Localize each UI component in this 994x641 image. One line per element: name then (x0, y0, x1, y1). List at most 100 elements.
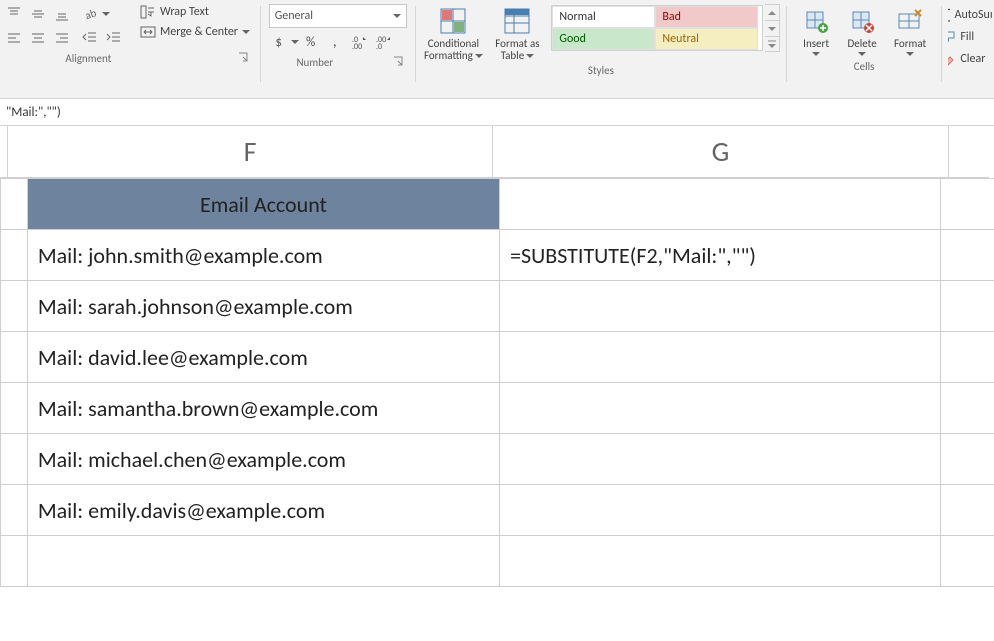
group-styles: Conditional Formatting Format as Table N… (421, 2, 780, 78)
increase-indent-button[interactable] (103, 27, 125, 49)
group-label-number: Number (296, 56, 333, 70)
cell-F6-value: Mail: michael.chen@example.com (38, 446, 346, 473)
cell-F2-value: Mail: john.smith@example.com (38, 242, 323, 269)
row-header-3[interactable] (1, 281, 28, 332)
cell-H5[interactable] (940, 383, 994, 434)
col-header-F[interactable]: F (8, 126, 493, 178)
svg-text:ab: ab (83, 6, 98, 22)
cell-G2[interactable]: =SUBSTITUTE(F2,"Mail:","") (500, 230, 941, 281)
cell-G6[interactable] (500, 434, 941, 485)
cell-F1[interactable]: Email Account (27, 179, 499, 230)
cell-F3[interactable]: Mail: sarah.johnson@example.com (27, 281, 499, 332)
ribbon: ab Wrap Text Merge & Center (0, 0, 994, 99)
orientation-button[interactable]: ab (79, 3, 101, 25)
delete-cells-icon (849, 4, 875, 38)
cell-H2[interactable] (940, 230, 994, 281)
align-middle-button[interactable] (27, 3, 49, 25)
merge-center-label: Merge & Center (160, 25, 238, 39)
align-center-button[interactable] (27, 27, 49, 49)
number-format-value: General (275, 9, 313, 23)
cell-G8[interactable] (500, 536, 941, 587)
clear-icon (948, 52, 957, 66)
number-format-combo[interactable]: General (269, 4, 407, 28)
merge-center-button[interactable]: Merge & Center (140, 24, 250, 40)
insert-button[interactable]: Insert (795, 4, 837, 58)
comma-label: , (333, 33, 337, 51)
group-alignment: ab Wrap Text Merge & Center (2, 2, 254, 66)
decrease-decimal-button[interactable]: .00.0 (372, 31, 394, 53)
row-header-8[interactable] (1, 536, 28, 587)
group-label-styles: Styles (588, 64, 614, 78)
format-button[interactable]: Format (887, 4, 933, 58)
row-header-2[interactable] (1, 230, 28, 281)
align-left-button[interactable] (3, 27, 25, 49)
col-header-edge[interactable] (0, 126, 8, 178)
fill-label: Fill (960, 30, 974, 44)
cell-G3[interactable] (500, 281, 941, 332)
cell-H8[interactable] (940, 536, 994, 587)
cell-F7[interactable]: Mail: emily.davis@example.com (27, 485, 499, 536)
cell-H4[interactable] (940, 332, 994, 383)
align-bottom-button[interactable] (51, 3, 73, 25)
cell-G4[interactable] (500, 332, 941, 383)
cell-F4[interactable]: Mail: david.lee@example.com (27, 332, 499, 383)
row-header-1[interactable] (1, 179, 28, 230)
insert-label: Insert (803, 38, 829, 50)
percent-format-button[interactable]: % (300, 31, 322, 53)
alignment-dialog-launcher-icon[interactable] (238, 52, 252, 66)
row-header-6[interactable] (1, 434, 28, 485)
cell-F5-value: Mail: samantha.brown@example.com (38, 395, 379, 422)
cell-G1[interactable] (500, 179, 941, 230)
cell-F8[interactable] (27, 536, 499, 587)
formula-bar[interactable]: "Mail:","") (0, 99, 994, 126)
cell-styles-gallery[interactable]: Normal Bad Good Neutral (551, 5, 763, 51)
fill-button[interactable]: Fill (948, 26, 992, 48)
format-as-table-button[interactable]: Format as Table (487, 4, 547, 62)
cell-F5[interactable]: Mail: samantha.brown@example.com (27, 383, 499, 434)
number-dialog-launcher-icon[interactable] (393, 56, 407, 70)
cell-G7[interactable] (500, 485, 941, 536)
decrease-indent-button[interactable] (79, 27, 101, 49)
conditional-formatting-button[interactable]: Conditional Formatting (423, 4, 483, 62)
style-neutral[interactable]: Neutral (655, 28, 758, 50)
cell-F2[interactable]: Mail: john.smith@example.com (27, 230, 499, 281)
cell-F1-value: Email Account (200, 191, 327, 218)
cell-H6[interactable] (940, 434, 994, 485)
worksheet[interactable]: F G Email Account Mail: john.smith@examp… (0, 126, 994, 587)
delete-label: Delete (848, 38, 877, 50)
styles-scroll-up-button[interactable] (765, 5, 779, 21)
style-good-label: Good (559, 32, 586, 46)
accounting-dropdown[interactable] (291, 31, 299, 53)
cell-G5[interactable] (500, 383, 941, 434)
accounting-format-button[interactable]: $ (268, 31, 290, 53)
autosum-icon: ∑ (948, 6, 951, 24)
style-bad[interactable]: Bad (655, 6, 758, 28)
group-label-cells: Cells (854, 60, 875, 74)
delete-button[interactable]: Delete (841, 4, 883, 58)
style-normal[interactable]: Normal (552, 6, 655, 28)
row-header-5[interactable] (1, 383, 28, 434)
format-cells-icon (897, 4, 923, 38)
cell-H7[interactable] (940, 485, 994, 536)
style-good[interactable]: Good (552, 28, 655, 50)
align-top-button[interactable] (3, 3, 25, 25)
styles-more-button[interactable] (765, 37, 779, 51)
comma-format-button[interactable]: , (324, 31, 346, 53)
cell-F6[interactable]: Mail: michael.chen@example.com (27, 434, 499, 485)
autosum-button[interactable]: ∑ AutoSum (948, 4, 992, 26)
cell-H1[interactable] (940, 179, 994, 230)
svg-text:.0: .0 (376, 42, 382, 50)
increase-decimal-button[interactable]: .0.00 (348, 31, 370, 53)
align-right-button[interactable] (51, 27, 73, 49)
col-header-H[interactable] (949, 126, 989, 178)
chevron-down-icon (393, 12, 401, 20)
wrap-text-button[interactable]: Wrap Text (140, 4, 250, 20)
clear-button[interactable]: Clear (948, 48, 992, 70)
row-header-4[interactable] (1, 332, 28, 383)
col-header-G[interactable]: G (493, 126, 949, 178)
wrap-text-label: Wrap Text (160, 5, 209, 19)
cell-H3[interactable] (940, 281, 994, 332)
styles-scroll-down-button[interactable] (765, 21, 779, 37)
row-header-7[interactable] (1, 485, 28, 536)
orientation-dropdown[interactable] (102, 3, 110, 25)
